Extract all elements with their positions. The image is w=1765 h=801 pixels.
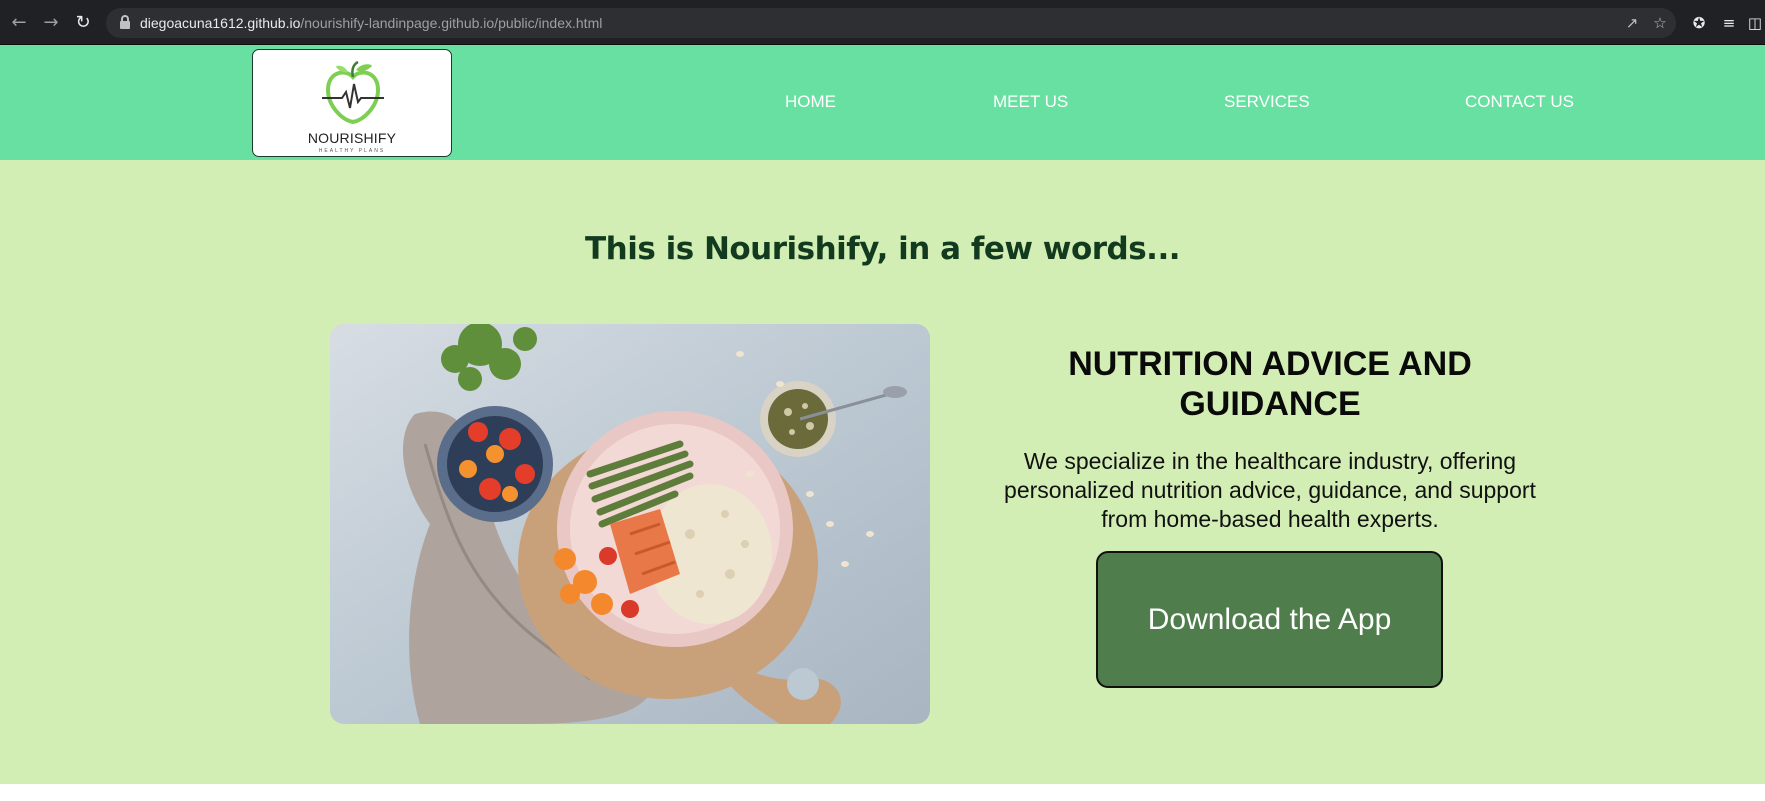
back-arrow-icon[interactable]: ← bbox=[8, 12, 30, 34]
url-host: diegoacuna1612.github.io bbox=[140, 15, 301, 31]
nav-link-meet-us[interactable]: MEET US bbox=[993, 92, 1068, 112]
feature-title: NUTRITION ADVICE AND GUIDANCE bbox=[1068, 345, 1472, 423]
logo-name: NOURISHIFY bbox=[307, 130, 397, 146]
reading-list-icon[interactable]: ≡ bbox=[1718, 12, 1740, 34]
url-path: /nourishify-landinpage.github.io/public/… bbox=[300, 15, 603, 31]
feature-block: NUTRITION ADVICE AND GUIDANCE We special… bbox=[975, 344, 1565, 534]
logo-tagline: HEALTHY PLANS bbox=[318, 148, 386, 154]
download-app-button[interactable]: Download the App bbox=[1096, 551, 1443, 688]
star-icon[interactable]: ☆ bbox=[1650, 13, 1670, 33]
puzzle-icon[interactable]: ✪ bbox=[1688, 12, 1710, 34]
feature-description: We specialize in the healthcare industry… bbox=[1004, 448, 1536, 532]
url-text[interactable]: diegoacuna1612.github.io/nourishify-land… bbox=[140, 15, 602, 31]
site-header: NOURISHIFY HEALTHY PLANS HOME MEET US SE… bbox=[0, 45, 1765, 160]
intro-section: This is Nourishify, in a few words... NU… bbox=[0, 160, 1765, 784]
food-plate-image bbox=[330, 324, 930, 724]
address-bar[interactable]: diegoacuna1612.github.io/nourishify-land… bbox=[106, 8, 1676, 38]
lock-icon[interactable] bbox=[120, 15, 130, 29]
forward-arrow-icon[interactable]: → bbox=[40, 12, 62, 34]
nav-link-home[interactable]: HOME bbox=[785, 92, 836, 112]
reload-icon[interactable]: ↻ bbox=[72, 12, 94, 34]
nav-link-services[interactable]: SERVICES bbox=[1224, 92, 1310, 112]
logo[interactable]: NOURISHIFY HEALTHY PLANS bbox=[252, 49, 452, 157]
browser-toolbar: ← → ↻ diegoacuna1612.github.io/nourishif… bbox=[0, 0, 1765, 45]
section-title: This is Nourishify, in a few words... bbox=[584, 231, 1181, 267]
apple-heartbeat-icon bbox=[322, 60, 384, 125]
side-panel-icon[interactable]: ◫ bbox=[1744, 12, 1765, 34]
nav-link-contact-us[interactable]: CONTACT US bbox=[1465, 92, 1574, 112]
share-icon[interactable]: ↗ bbox=[1622, 13, 1642, 33]
